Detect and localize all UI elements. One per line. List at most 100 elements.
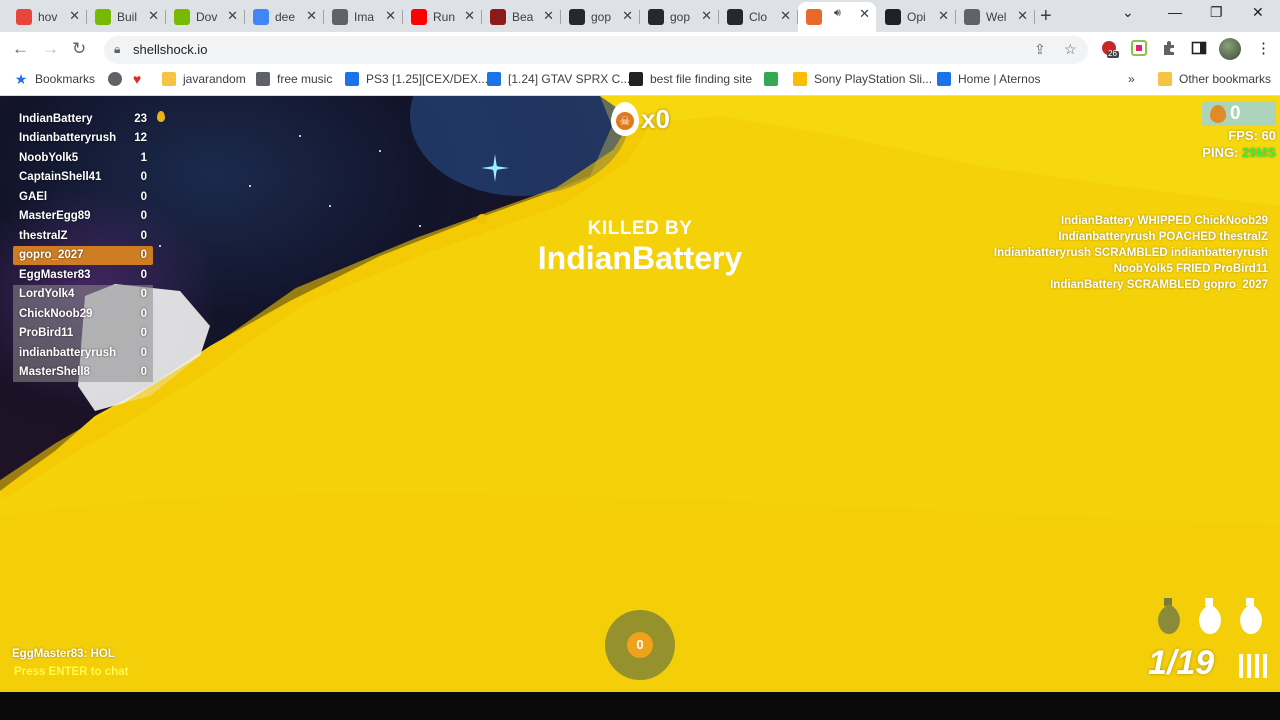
scoreboard-row: LordYolk4 0 (13, 284, 153, 304)
browser-tab[interactable]: Wel ✕ (956, 4, 1035, 30)
alien-icon (256, 72, 270, 86)
nvidia-icon (95, 9, 111, 25)
tab-close-icon[interactable]: ✕ (780, 8, 791, 24)
extensions-puzzle-icon[interactable] (1161, 40, 1179, 58)
player-name: GAEl (19, 190, 48, 203)
profile-avatar[interactable] (1219, 38, 1241, 60)
tab-close-icon[interactable]: ✕ (306, 8, 317, 24)
tab-close-icon[interactable]: ✕ (464, 8, 475, 24)
minimize-button[interactable]: — (1168, 4, 1182, 20)
bookmark-item[interactable]: best file finding site (629, 72, 752, 86)
bookmark-star-icon[interactable]: ☆ (1064, 41, 1077, 58)
tab-close-icon[interactable]: ✕ (385, 8, 396, 24)
bookmark-item[interactable]: free music (256, 72, 332, 86)
ping-value: 29MS (1242, 145, 1276, 160)
player-name: LordYolk4 (19, 288, 75, 301)
browser-tab[interactable]: gop ✕ (561, 4, 640, 30)
tab-close-icon[interactable]: ✕ (622, 8, 633, 24)
player-name: Indianbatteryrush (19, 132, 117, 145)
scoreboard-row: Indianbatteryrush 12 (13, 129, 153, 149)
kill-count: x0 (641, 104, 670, 134)
tab-close-icon[interactable]: ✕ (227, 8, 238, 24)
kill-feed-entry: IndianBattery WHIPPED ChickNoob29 (1060, 215, 1268, 227)
ping-readout: PING: 29MS (1202, 145, 1276, 160)
grenade-icon (1199, 598, 1221, 634)
browser-tab[interactable]: Dov ✕ (166, 4, 245, 30)
bookmark-item[interactable]: ★ Bookmarks (14, 71, 95, 87)
red-flag-icon (16, 9, 32, 25)
speaker-icon[interactable]: 🔊︎ (834, 7, 841, 20)
player-name: NoobYolk5 (19, 151, 79, 164)
browser-tab[interactable]: Ima ✕ (324, 4, 403, 30)
bookmark-item[interactable]: Sony PlayStation Sli... (793, 72, 932, 86)
color-picker-extension-icon[interactable] (1131, 40, 1149, 58)
chat-message: EggMaster83: HOL (12, 648, 115, 660)
bookmark-item[interactable]: [1.24] GTAV SPRX C... (487, 72, 630, 86)
forward-button[interactable]: → (42, 39, 59, 59)
scoreboard-row: MasterShell8 0 (13, 362, 153, 382)
player-score: 0 (140, 307, 147, 320)
player-score: 0 (140, 288, 147, 301)
browser-tab[interactable]: gop ✕ (640, 4, 719, 30)
overflow-chevron: » (1128, 72, 1135, 86)
tab-close-icon[interactable]: ✕ (1017, 8, 1028, 24)
bookmark-item[interactable] (764, 72, 785, 86)
shop-icon (793, 72, 807, 86)
e-icon (487, 72, 501, 86)
chat-hint[interactable]: Press ENTER to chat (14, 666, 128, 678)
restore-button[interactable]: ❐ (1210, 4, 1223, 21)
back-button[interactable]: ← (12, 39, 29, 59)
skull-egg-icon: ☠ (611, 102, 639, 136)
address-bar[interactable]: 🔒︎ shellshock.io ⇪ ☆ (104, 36, 1088, 64)
browser-tab[interactable]: 🔊︎ ✕ (798, 2, 876, 32)
player-name: ProBird11 (19, 327, 74, 340)
bookmarks-overflow-button[interactable]: » (1128, 72, 1135, 86)
menu-kebab-icon[interactable]: ⋮ (1256, 39, 1271, 57)
tab-close-icon[interactable]: ✕ (938, 8, 949, 24)
scoreboard-row: NoobYolk5 1 (13, 148, 153, 168)
side-panel-icon[interactable] (1191, 40, 1209, 58)
share-icon[interactable]: ⇪ (1034, 41, 1046, 58)
tab-label: Buil (117, 10, 138, 24)
browser-tab[interactable]: Opi ✕ (877, 4, 956, 30)
close-window-button[interactable]: ✕ (1252, 4, 1264, 21)
browser-tab[interactable]: Buil ✕ (87, 4, 166, 30)
kill-feed-entry: IndianBattery SCRAMBLED gopro_2027 (1050, 279, 1268, 291)
player-score: 0 (140, 366, 147, 379)
adblock-extension-icon[interactable]: 26 (1101, 40, 1119, 58)
folder-icon (1158, 72, 1172, 86)
browser-tab[interactable]: dee ✕ (245, 4, 324, 30)
kill-feed-entry: NoobYolk5 FRIED ProBird11 (1113, 263, 1268, 275)
lock-icon: 🔒︎ (114, 42, 121, 56)
browser-tab[interactable]: Clo ✕ (719, 4, 798, 30)
new-tab-button[interactable]: + (1040, 5, 1052, 28)
browser-tab[interactable]: hov ✕ (8, 4, 87, 30)
tab-close-icon[interactable]: ✕ (148, 8, 159, 24)
bookmark-item[interactable] (108, 72, 129, 86)
reload-button[interactable]: ↻ (72, 39, 86, 59)
openai-icon (885, 9, 901, 25)
globe-icon (964, 9, 980, 25)
game-viewport[interactable]: IndianBattery 23 Indianbatteryrush 12 NoobYo… (0, 96, 1280, 692)
github-icon (727, 9, 743, 25)
tab-close-icon[interactable]: ✕ (701, 8, 712, 24)
egg-count: 0 (1230, 103, 1241, 124)
ping-label: PING: (1202, 145, 1243, 160)
bookmark-item[interactable]: Home | Aternos (937, 72, 1041, 86)
bookmark-item[interactable]: PS3 [1.25][CEX/DEX... (345, 72, 488, 86)
tab-close-icon[interactable]: ✕ (69, 8, 80, 24)
browser-tab[interactable]: Run ✕ (403, 4, 482, 30)
golden-egg-icon (1210, 105, 1226, 123)
tab-close-icon[interactable]: ✕ (543, 8, 554, 24)
bookmark-item[interactable]: ♥ (130, 71, 151, 87)
tab-search-icon[interactable]: ⌄ (1122, 4, 1134, 21)
player-score: 0 (140, 190, 147, 203)
bookmark-item[interactable]: javarandom (162, 72, 246, 86)
kill-feed-entry: Indianbatteryrush POACHED thestralZ (1058, 231, 1268, 243)
player-score: 0 (140, 346, 147, 359)
browser-tab[interactable]: Bea ✕ (482, 4, 561, 30)
tab-close-icon[interactable]: ✕ (859, 6, 870, 22)
other-bookmarks-folder[interactable]: Other bookmarks (1158, 72, 1271, 86)
grenade-icon-used (1158, 598, 1180, 634)
respawn-ability-button[interactable]: 0 (605, 610, 675, 680)
